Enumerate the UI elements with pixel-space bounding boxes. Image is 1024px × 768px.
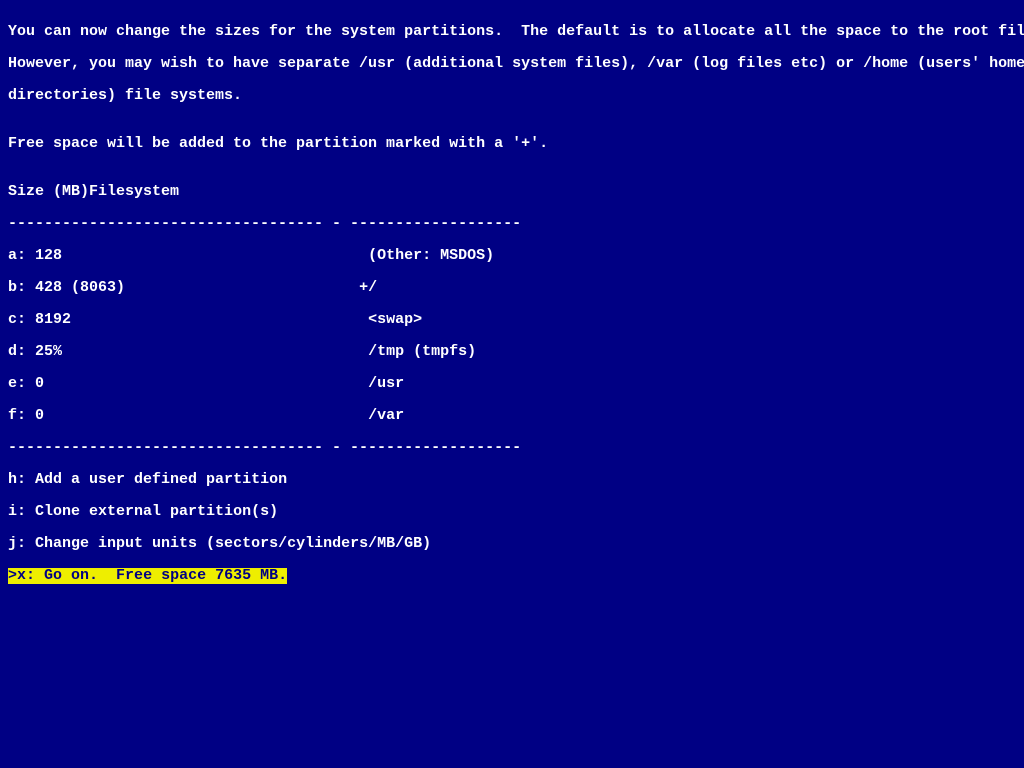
partition-row[interactable]: d: 25% /tmp (tmpfs) [8, 344, 1016, 360]
intro-text: You can now change the sizes for the sys… [8, 24, 1024, 40]
partition-fs: /var [368, 408, 404, 424]
selected-label: Go on. Free space 7635 MB. [44, 567, 287, 584]
installer-screen: You can now change the sizes for the sys… [0, 0, 1024, 608]
selected-key: x [17, 567, 26, 584]
partition-row[interactable]: f: 0 /var [8, 408, 1016, 424]
partition-mark [359, 408, 368, 424]
intro-text: However, you may wish to have separate /… [8, 56, 1024, 72]
action-row[interactable]: i: Clone external partition(s) [8, 504, 1016, 520]
action-row[interactable]: j: Change input units (sectors/cylinders… [8, 536, 1016, 552]
partition-size: 25% [35, 344, 359, 360]
partition-size: 0 [35, 376, 359, 392]
action-label: Clone external partition(s) [35, 504, 278, 520]
partition-key: a [8, 248, 17, 264]
partition-mark: + [359, 280, 368, 296]
partition-mark [359, 248, 368, 264]
header-filesystem: Filesystem [89, 184, 179, 200]
partition-row[interactable]: c: 8192 <swap> [8, 312, 1016, 328]
partition-key: b [8, 280, 17, 296]
partition-key: f [8, 408, 17, 424]
partition-mark [359, 312, 368, 328]
partition-size: 128 [35, 248, 359, 264]
partition-mark [359, 376, 368, 392]
partition-size: 8192 [35, 312, 359, 328]
intro-text: Free space will be added to the partitio… [8, 136, 548, 152]
partition-row[interactable]: e: 0 /usr [8, 376, 1016, 392]
header-size: Size (MB) [8, 184, 89, 200]
separator: ----------------------------------- - --… [8, 440, 521, 456]
partition-fs: <swap> [368, 312, 422, 328]
action-key: h [8, 472, 17, 488]
selected-item: x: Go on. Free space 7635 MB. [17, 568, 287, 584]
action-label: Add a user defined partition [35, 472, 287, 488]
partition-fs: /usr [368, 376, 404, 392]
partition-key: d [8, 344, 17, 360]
menu-selected-row[interactable]: >x: Go on. Free space 7635 MB. [8, 568, 1016, 584]
partition-fs: / [368, 280, 377, 296]
action-key: i [8, 504, 17, 520]
partition-size: 428 (8063) [35, 280, 359, 296]
partition-mark [359, 344, 368, 360]
action-row[interactable]: h: Add a user defined partition [8, 472, 1016, 488]
partition-row[interactable]: a: 128 (Other: MSDOS) [8, 248, 1016, 264]
partition-size: 0 [35, 408, 359, 424]
action-label: Change input units (sectors/cylinders/MB… [35, 536, 431, 552]
partition-key: e [8, 376, 17, 392]
action-key: j [8, 536, 17, 552]
partition-fs: /tmp (tmpfs) [368, 344, 476, 360]
caret-icon: > [8, 568, 17, 584]
partition-key: c [8, 312, 17, 328]
partition-row[interactable]: b: 428 (8063) + / [8, 280, 1016, 296]
separator: ----------------------------------- - --… [8, 216, 521, 232]
partition-fs: (Other: MSDOS) [368, 248, 494, 264]
intro-text: directories) file systems. [8, 88, 242, 104]
